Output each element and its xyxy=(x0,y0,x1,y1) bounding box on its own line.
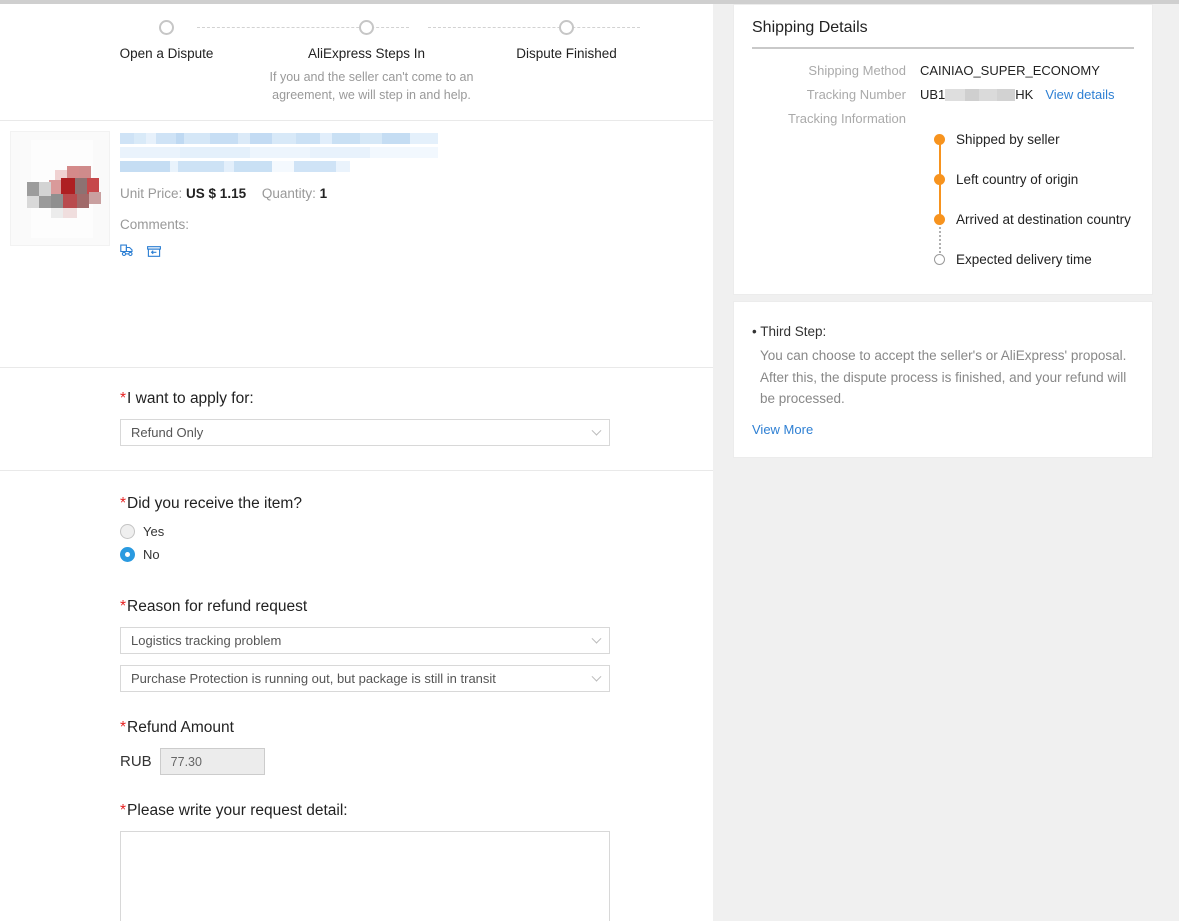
required-marker: * xyxy=(120,802,127,819)
tracking-suffix: HK xyxy=(1015,87,1034,102)
radio-yes-label: Yes xyxy=(143,524,165,539)
timeline-dot-icon xyxy=(934,134,945,145)
right-sidebar: Shipping Details Shipping Method CAINIAO… xyxy=(733,4,1153,458)
shipping-method-row: Shipping Method CAINIAO_SUPER_ECONOMY xyxy=(752,63,1134,78)
received-item-section: *Did you receive the item? Yes No xyxy=(0,471,713,562)
refund-amount-section: *Refund Amount RUB 77.30 xyxy=(0,692,713,775)
apply-for-value: Refund Only xyxy=(131,425,204,440)
required-marker: * xyxy=(120,495,127,512)
shipping-method-label: Shipping Method xyxy=(808,63,906,78)
product-title-redacted xyxy=(120,133,680,172)
price-quantity-row: Unit Price: US $ 1.15 Quantity: 1 xyxy=(120,186,680,201)
tracking-number-row: Tracking Number UB1 HK View details xyxy=(752,87,1134,102)
stepper-connector-2 xyxy=(427,27,640,28)
step-circle-icon xyxy=(359,20,374,35)
step-label: Open a Dispute xyxy=(119,46,214,61)
reason-primary-value: Logistics tracking problem xyxy=(131,633,282,648)
timeline-dot-icon xyxy=(934,174,945,185)
required-marker: * xyxy=(120,719,127,736)
timeline-item: Expected delivery time xyxy=(934,250,1134,276)
view-details-link[interactable]: View details xyxy=(1045,87,1114,102)
title-divider xyxy=(752,47,1134,49)
return-box-icon[interactable] xyxy=(146,244,162,264)
step-circle-icon xyxy=(559,20,574,35)
product-details: Unit Price: US $ 1.15 Quantity: 1 Commen… xyxy=(120,133,680,264)
shipping-truck-icon[interactable] xyxy=(120,244,136,264)
tracking-information-label: Tracking Information xyxy=(787,111,906,126)
step-label: AliExpress Steps In xyxy=(307,46,426,61)
reason-section: *Reason for refund request Logistics tra… xyxy=(0,570,713,692)
chevron-down-icon xyxy=(591,671,602,682)
refund-amount-input[interactable]: 77.30 xyxy=(159,748,265,775)
radio-yes-icon[interactable] xyxy=(120,524,135,539)
view-more-link[interactable]: View More xyxy=(752,422,1134,437)
order-item-summary: Unit Price: US $ 1.15 Quantity: 1 Commen… xyxy=(0,121,713,368)
third-step-body: You can choose to accept the seller's or… xyxy=(760,348,1127,407)
tracking-number-label: Tracking Number xyxy=(806,87,906,102)
step-label: Dispute Finished xyxy=(516,46,617,61)
refund-amount-value: 77.30 xyxy=(170,754,202,769)
timeline-dot-icon xyxy=(934,214,945,225)
radio-option-yes[interactable]: Yes xyxy=(120,524,713,539)
radio-option-no[interactable]: No xyxy=(120,547,713,562)
timeline-label: Arrived at destination country xyxy=(956,212,1131,227)
chevron-down-icon xyxy=(591,425,602,436)
shipping-details-card: Shipping Details Shipping Method CAINIAO… xyxy=(733,4,1153,295)
timeline-label: Left country of origin xyxy=(956,172,1079,187)
timeline-item: Shipped by seller xyxy=(934,130,1134,180)
shipping-details-title: Shipping Details xyxy=(752,19,868,36)
tracking-information-row: Tracking Information xyxy=(752,111,1134,126)
reason-secondary-select[interactable]: Purchase Protection is running out, but … xyxy=(120,665,610,692)
request-detail-textarea[interactable] xyxy=(120,831,610,921)
stepper-step-open-a-dispute: Open a Dispute xyxy=(67,20,267,104)
currency-label: RUB xyxy=(120,753,152,770)
timeline-item: Left country of origin xyxy=(934,170,1134,220)
shipping-method-value: CAINIAO_SUPER_ECONOMY xyxy=(920,63,1100,78)
timeline-item: Arrived at destination country xyxy=(934,210,1134,260)
required-marker: * xyxy=(120,598,127,615)
reason-secondary-value: Purchase Protection is running out, but … xyxy=(131,671,496,686)
reason-primary-select[interactable]: Logistics tracking problem xyxy=(120,627,610,654)
apply-for-section: *I want to apply for: Refund Only xyxy=(0,368,713,471)
apply-for-select[interactable]: Refund Only xyxy=(120,419,610,446)
timeline-dot-pending-icon xyxy=(934,254,945,265)
tracking-redacted-block xyxy=(945,88,1016,101)
radio-no-label: No xyxy=(143,547,160,562)
required-marker: * xyxy=(120,390,127,407)
quantity-label: Quantity: xyxy=(261,186,316,201)
request-detail-section: *Please write your request detail: Pleas… xyxy=(0,775,713,921)
dispute-form-panel: Open a Dispute AliExpress Steps In If yo… xyxy=(0,4,713,921)
unit-price-value: US $ 1.15 xyxy=(186,186,247,201)
stepper-step-aliexpress-steps-in: AliExpress Steps In If you and the selle… xyxy=(267,20,473,104)
quantity-value: 1 xyxy=(319,186,328,201)
third-step-card: • Third Step: You can choose to accept t… xyxy=(733,301,1153,458)
received-item-label: *Did you receive the item? xyxy=(120,495,302,512)
stepper-step-dispute-finished: Dispute Finished xyxy=(467,20,667,104)
radio-no-icon[interactable] xyxy=(120,547,135,562)
comments-label: Comments: xyxy=(120,217,190,232)
tracking-prefix: UB1 xyxy=(920,87,946,102)
product-thumbnail[interactable] xyxy=(10,131,110,246)
step-sublabel: If you and the seller can't come to an a… xyxy=(269,69,474,103)
unit-price-label: Unit Price: xyxy=(120,186,183,201)
tracking-timeline: Shipped by seller Left country of origin… xyxy=(934,126,1134,276)
timeline-label: Expected delivery time xyxy=(956,252,1092,267)
dispute-page: Open a Dispute AliExpress Steps In If yo… xyxy=(0,0,1179,921)
timeline-label: Shipped by seller xyxy=(956,132,1060,147)
chevron-down-icon xyxy=(591,633,602,644)
apply-for-label: *I want to apply for: xyxy=(120,390,254,407)
refund-amount-label: *Refund Amount xyxy=(120,719,234,736)
step-circle-icon xyxy=(159,20,174,35)
dispute-progress-stepper: Open a Dispute AliExpress Steps In If yo… xyxy=(0,4,713,121)
stepper-connector-1 xyxy=(196,27,409,28)
reason-label: *Reason for refund request xyxy=(120,598,308,615)
third-step-title: • Third Step: xyxy=(752,324,827,339)
tracking-number-value: UB1 HK View details xyxy=(920,87,1115,102)
request-detail-label: *Please write your request detail: xyxy=(120,802,348,819)
